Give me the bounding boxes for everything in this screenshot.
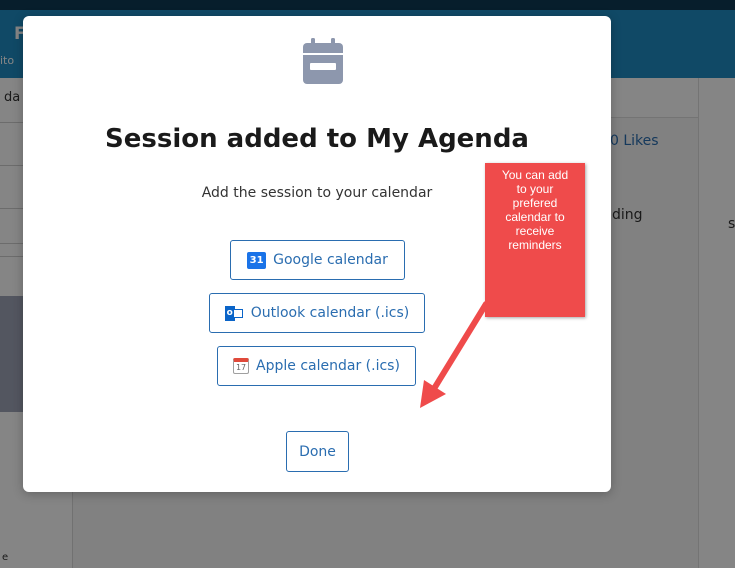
outlook-calendar-button[interactable]: o Outlook calendar (.ics) bbox=[209, 293, 425, 333]
google-calendar-label: Google calendar bbox=[273, 252, 388, 268]
callout-line: calendar to bbox=[505, 210, 565, 224]
done-button[interactable]: Done bbox=[286, 431, 349, 472]
outlook-icon: o bbox=[224, 305, 244, 322]
apple-calendar-button[interactable]: 17 Apple calendar (.ics) bbox=[217, 346, 416, 386]
callout-line: You can add bbox=[501, 168, 569, 182]
google-calendar-button[interactable]: 31 Google calendar bbox=[230, 240, 405, 280]
google-calendar-icon: 31 bbox=[247, 251, 267, 269]
dialog-title: Session added to My Agenda bbox=[105, 124, 529, 154]
apple-calendar-icon: 17 bbox=[233, 358, 250, 374]
callout-line: to your bbox=[516, 182, 554, 196]
outlook-calendar-label: Outlook calendar (.ics) bbox=[250, 305, 410, 321]
envelope-icon bbox=[232, 308, 243, 318]
annotation-callout: You can add to your prefered calendar to… bbox=[485, 163, 585, 317]
callout-line: reminders bbox=[508, 238, 562, 252]
calendar-icon bbox=[303, 38, 343, 84]
callout-line: receive bbox=[515, 224, 555, 238]
callout-line: prefered bbox=[512, 196, 558, 210]
apple-calendar-label: Apple calendar (.ics) bbox=[256, 358, 400, 374]
